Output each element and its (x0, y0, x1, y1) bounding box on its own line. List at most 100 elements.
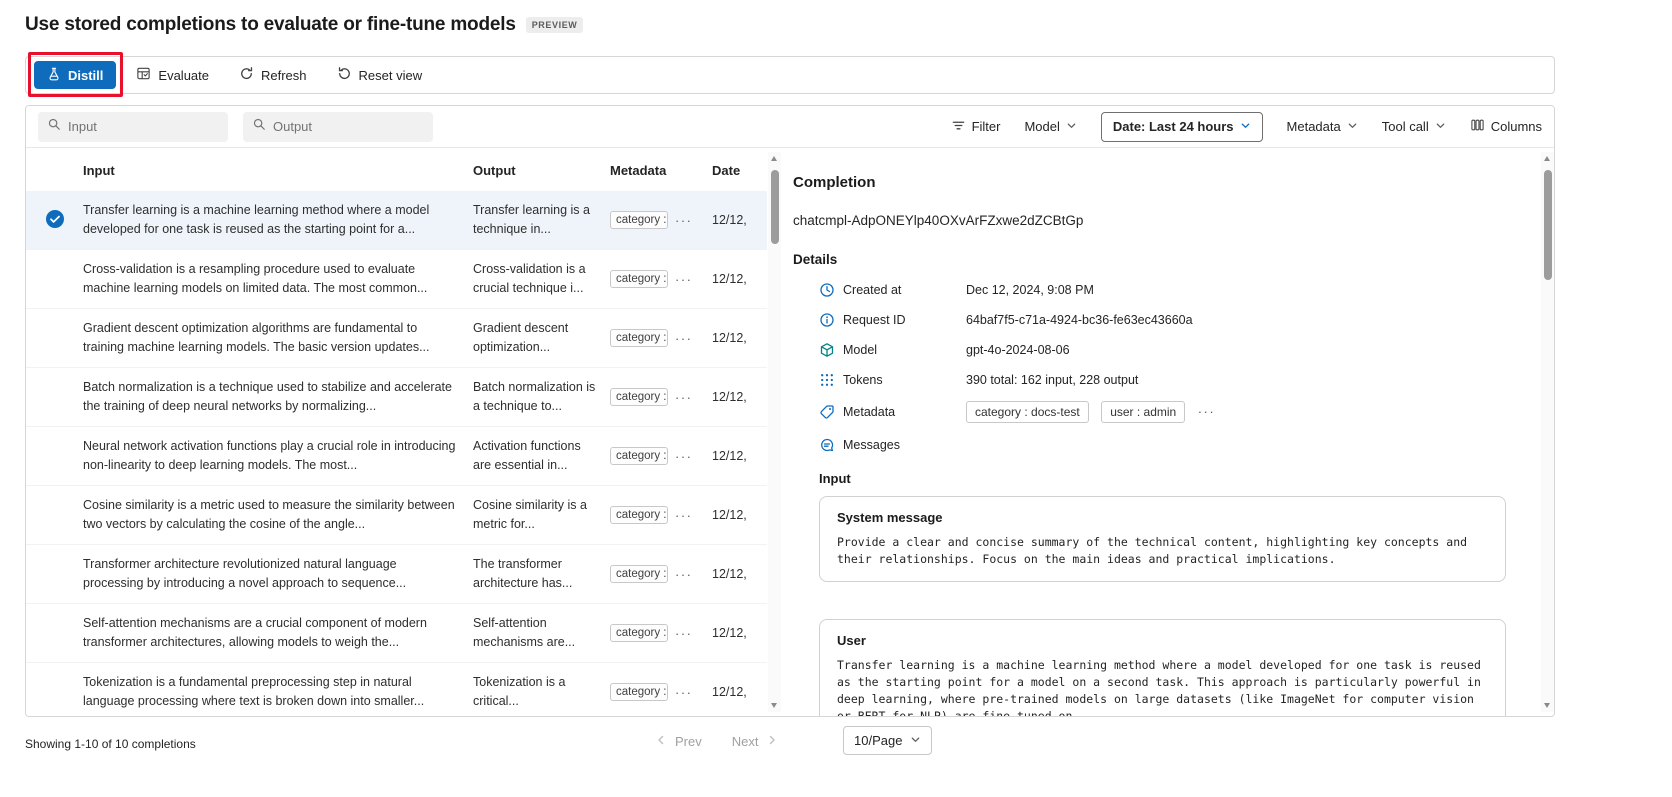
more-options-icon[interactable]: ··· (675, 685, 693, 700)
scroll-up-arrow-icon[interactable] (771, 156, 777, 161)
row-date: 12/12, (712, 449, 767, 463)
more-options-icon[interactable]: ··· (675, 449, 693, 464)
row-metadata-cell: category :··· (610, 506, 712, 524)
more-options-icon[interactable]: ··· (675, 213, 693, 228)
more-options-icon[interactable]: ··· (675, 272, 693, 287)
columns-button[interactable]: Columns (1470, 118, 1542, 135)
panel-scrollbar[interactable] (1541, 152, 1554, 712)
row-date: 12/12, (712, 567, 767, 581)
more-options-icon[interactable]: ··· (675, 626, 693, 641)
toolbar: Distill Evaluate Refresh Reset view (25, 56, 1555, 94)
row-output-text: Tokenization is a critical... (473, 673, 610, 711)
search-icon (252, 117, 266, 136)
table-header-row: Input Output Metadata Date (26, 149, 767, 191)
table-row[interactable]: Cosine similarity is a metric used to me… (26, 486, 767, 545)
reset-view-button[interactable]: Reset view (327, 61, 433, 89)
row-metadata-cell: category : ··· (610, 447, 712, 465)
more-options-icon[interactable]: ··· (1198, 404, 1216, 419)
scroll-down-arrow-icon[interactable] (771, 703, 777, 708)
refresh-button[interactable]: Refresh (229, 61, 317, 89)
row-input-text: Neural network activation functions play… (83, 437, 473, 475)
detail-value: 390 total: 162 input, 228 output (966, 373, 1138, 387)
scrollbar-thumb[interactable] (771, 170, 779, 244)
model-filter-dropdown[interactable]: Model (1024, 119, 1076, 134)
prev-page-button[interactable]: Prev (655, 734, 702, 749)
header-input[interactable]: Input (83, 163, 473, 178)
tool-call-filter-dropdown[interactable]: Tool call (1382, 119, 1446, 134)
evaluate-button[interactable]: Evaluate (126, 61, 219, 89)
table-row[interactable]: Self-attention mechanisms are a crucial … (26, 604, 767, 663)
filter-bar: Filter Model Date: Last 24 hours Metadat… (26, 106, 1554, 148)
row-output-text: Self-attention mechanisms are... (473, 614, 610, 652)
detail-label: Tokens (843, 373, 966, 387)
chevron-down-icon (1240, 119, 1251, 134)
row-output-text: Gradient descent optimization... (473, 319, 610, 357)
preview-badge: PREVIEW (526, 17, 584, 33)
system-message-body: Provide a clear and concise summary of t… (837, 534, 1488, 568)
columns-icon (1470, 118, 1485, 135)
filter-icon (951, 118, 966, 136)
refresh-label: Refresh (261, 68, 307, 83)
row-output-text: Activation functions are essential in... (473, 437, 610, 475)
row-input-text: Cross-validation is a resampling procedu… (83, 260, 473, 298)
row-input-text: Transformer architecture revolutionized … (83, 555, 473, 593)
prev-label: Prev (675, 734, 702, 749)
scrollbar-thumb[interactable] (1544, 170, 1552, 280)
metadata-badge: category : (610, 270, 668, 288)
table-row[interactable]: Cross-validation is a resampling procedu… (26, 250, 767, 309)
info-icon (819, 312, 835, 328)
detail-value: Dec 12, 2024, 9:08 PM (966, 283, 1094, 297)
header-output[interactable]: Output (473, 163, 610, 178)
table-row[interactable]: Transfer learning is a machine learning … (26, 191, 767, 250)
row-metadata-cell: category :··· (610, 565, 712, 583)
table-row[interactable]: Batch normalization is a technique used … (26, 368, 767, 427)
pagination: Prev Next (655, 727, 778, 755)
metadata-badge: category : (610, 211, 668, 229)
more-options-icon[interactable]: ··· (675, 390, 693, 405)
output-search-box[interactable] (243, 112, 433, 142)
table-row[interactable]: Gradient descent optimization algorithms… (26, 309, 767, 368)
input-search-field[interactable] (68, 119, 219, 134)
stored-completions-page: Use stored completions to evaluate or fi… (0, 0, 1672, 797)
table-row[interactable]: Tokenization is a fundamental preprocess… (26, 663, 767, 716)
table-row[interactable]: Transformer architecture revolutionized … (26, 545, 767, 604)
content-box: Filter Model Date: Last 24 hours Metadat… (25, 105, 1555, 717)
metadata-chip: category : docs-test (966, 401, 1089, 423)
row-checkbox[interactable] (26, 210, 83, 231)
output-search-field[interactable] (273, 119, 424, 134)
row-input-text: Transfer learning is a machine learning … (83, 201, 473, 239)
more-options-icon[interactable]: ··· (675, 331, 693, 346)
row-output-text: The transformer architecture has... (473, 555, 610, 593)
input-section-heading: Input (819, 471, 1541, 486)
header-metadata[interactable]: Metadata (610, 163, 712, 178)
header-date[interactable]: Date (712, 163, 767, 178)
next-page-button[interactable]: Next (732, 734, 779, 749)
chevron-down-icon (1066, 119, 1077, 134)
metadata-filter-dropdown[interactable]: Metadata (1287, 119, 1358, 134)
model-cube-icon (819, 342, 835, 358)
page-size-dropdown[interactable]: 10/Page (843, 726, 932, 755)
metadata-badge: category : (610, 447, 668, 465)
input-search-box[interactable] (38, 112, 228, 142)
scroll-up-arrow-icon[interactable] (1544, 156, 1550, 161)
detail-label: Metadata (843, 405, 966, 419)
row-output-text: Batch normalization is a technique to... (473, 378, 610, 416)
row-output-text: Cosine similarity is a metric for... (473, 496, 610, 534)
more-options-icon[interactable]: ··· (675, 508, 693, 523)
check-circle-icon (46, 210, 64, 231)
date-filter-dropdown[interactable]: Date: Last 24 hours (1101, 112, 1263, 142)
table-scrollbar[interactable] (768, 152, 781, 712)
scroll-down-arrow-icon[interactable] (1544, 703, 1550, 708)
detail-value: gpt-4o-2024-08-06 (966, 343, 1070, 357)
distill-label: Distill (68, 68, 103, 83)
detail-row-request-id: Request ID 64baf7f5-c71a-4924-bc36-fe63e… (819, 311, 1541, 328)
detail-label: Request ID (843, 313, 966, 327)
more-options-icon[interactable]: ··· (675, 567, 693, 582)
filter-button[interactable]: Filter (951, 118, 1001, 136)
distill-button[interactable]: Distill (34, 61, 116, 89)
date-filter-label: Date: Last 24 hours (1113, 119, 1234, 134)
row-output-text: Transfer learning is a technique in... (473, 201, 610, 239)
table-row[interactable]: Neural network activation functions play… (26, 427, 767, 486)
detail-row-tokens: Tokens 390 total: 162 input, 228 output (819, 371, 1541, 388)
detail-label: Model (843, 343, 966, 357)
